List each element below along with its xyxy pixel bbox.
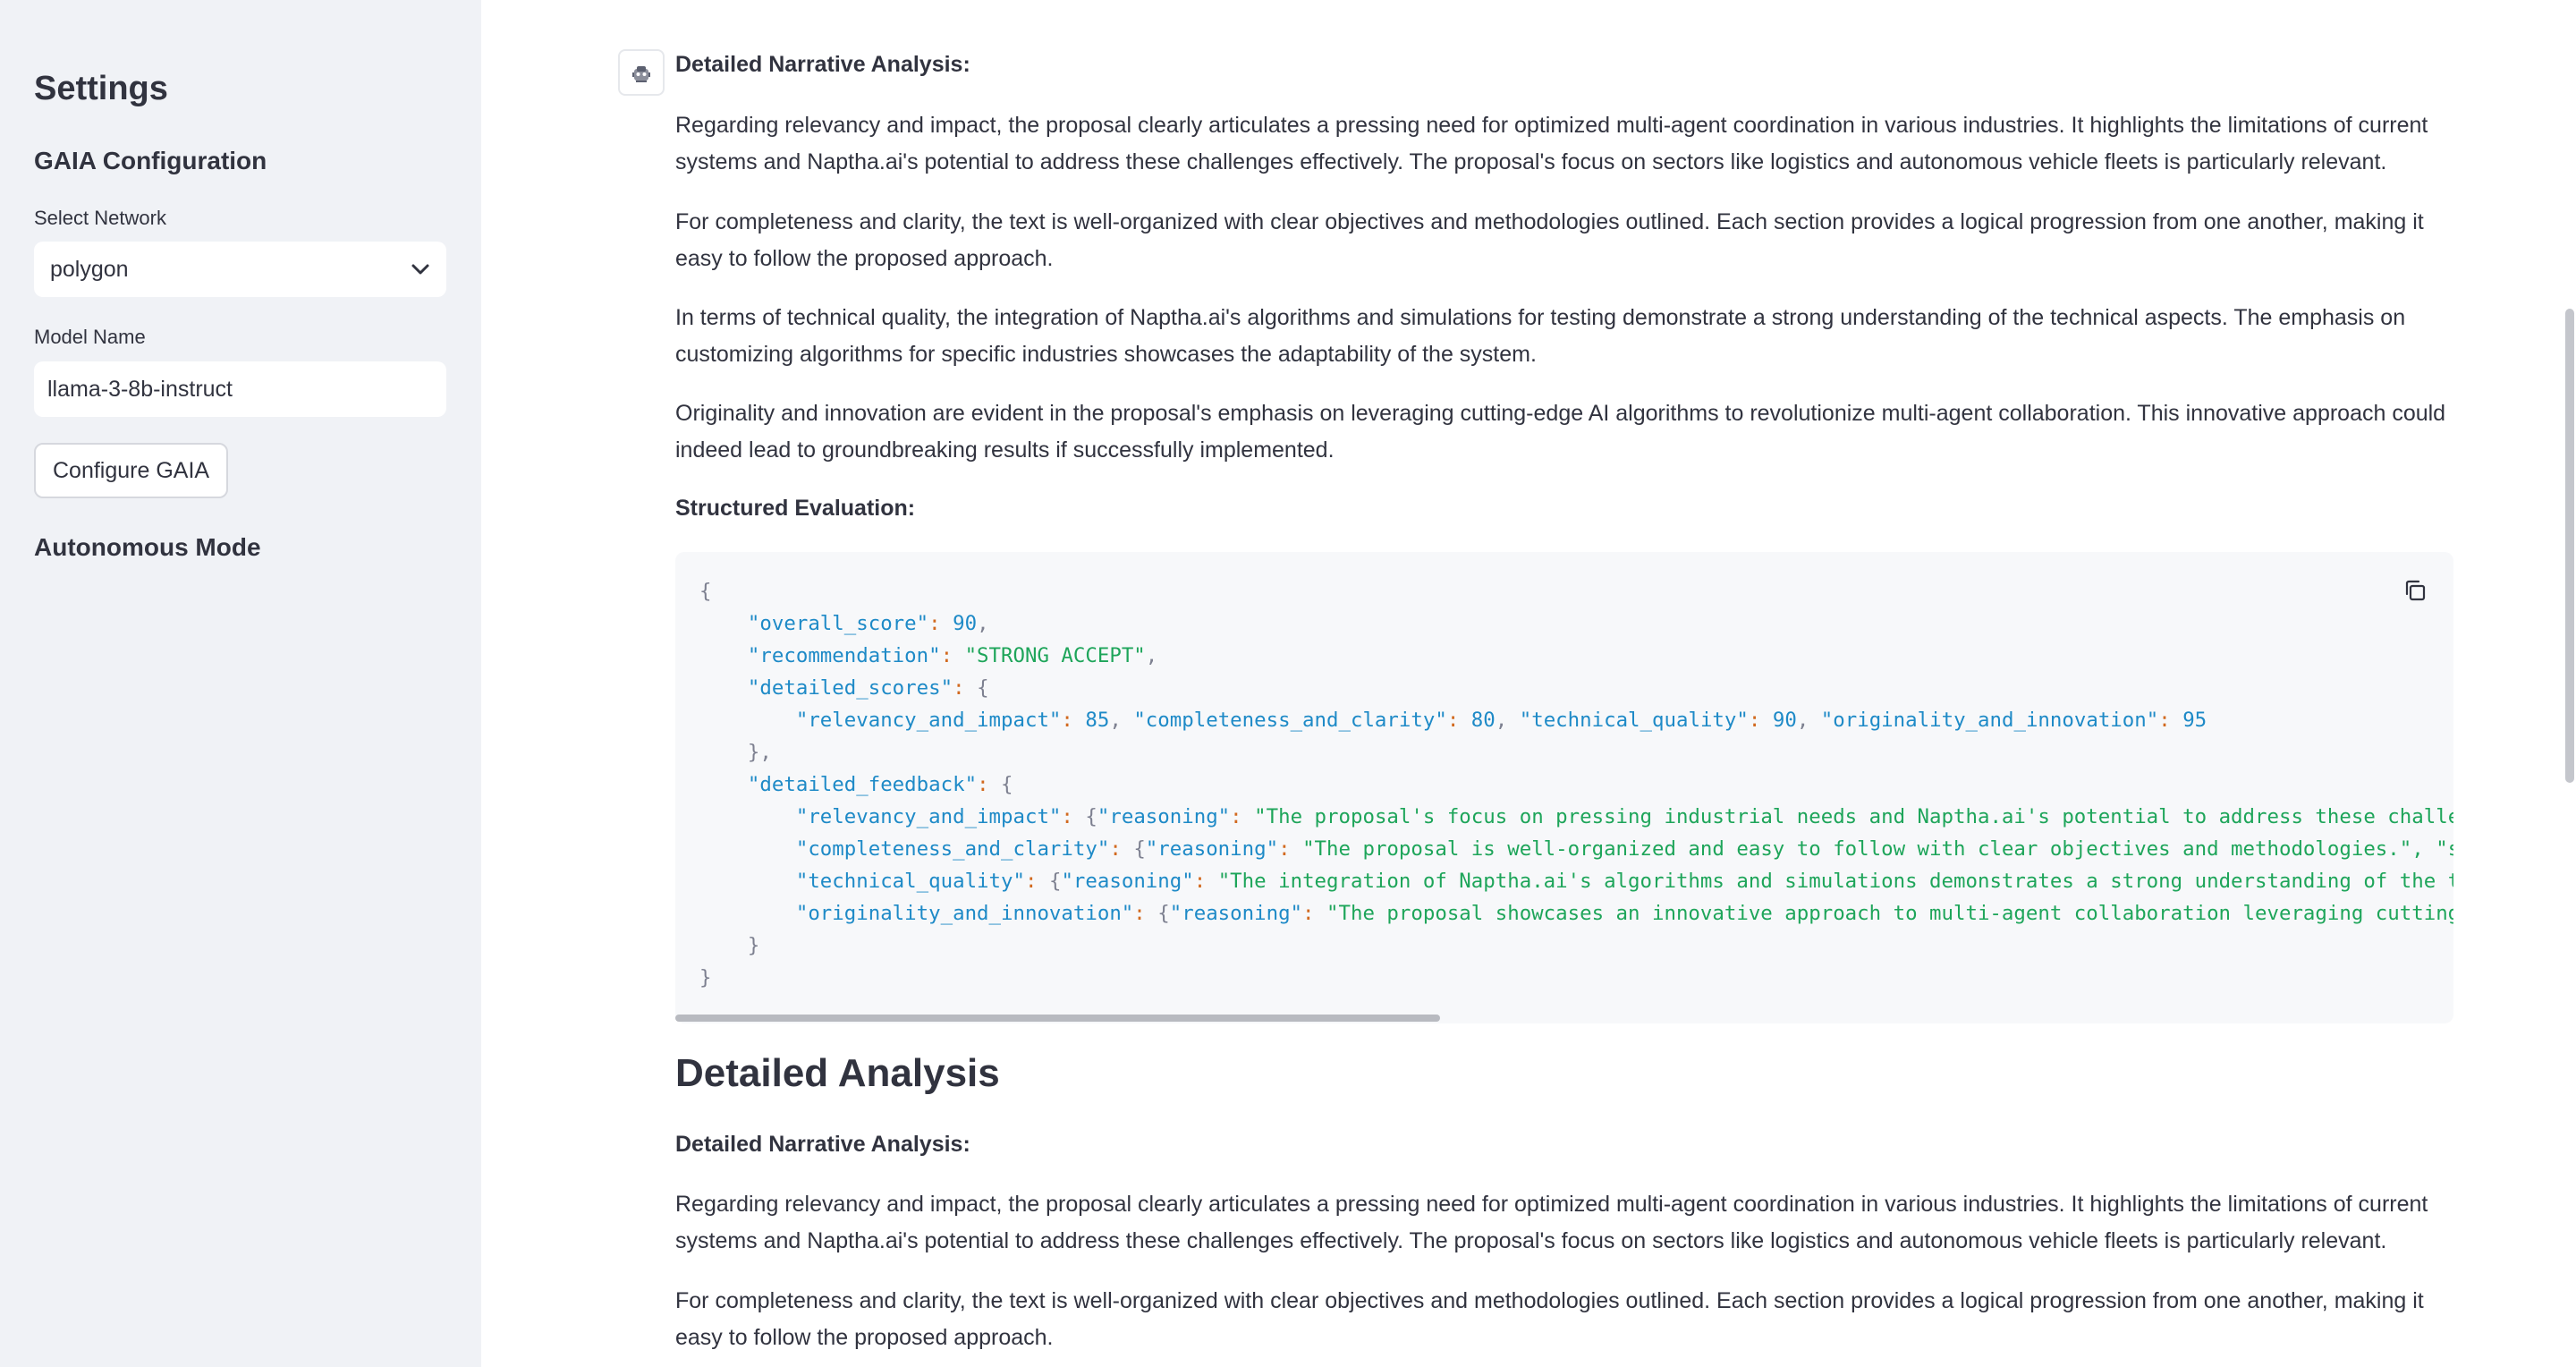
narrative-heading: Detailed Narrative Analysis: (675, 52, 970, 77)
gaia-configuration-heading: GAIA Configuration (34, 147, 267, 174)
robot-icon (618, 49, 665, 96)
paragraph-completeness-2: For completeness and clarity, the text i… (675, 1288, 2424, 1350)
paragraph-completeness: For completeness and clarity, the text i… (675, 209, 2424, 271)
paragraph-originality: Originality and innovation are evident i… (675, 401, 2446, 463)
paragraph-relevancy-2: Regarding relevancy and impact, the prop… (675, 1192, 2428, 1253)
sidebar: Settings GAIA Configuration Select Netwo… (0, 0, 481, 1367)
chevron-down-icon (411, 263, 430, 276)
select-network-label: Select Network (34, 207, 166, 229)
network-select[interactable]: polygon (34, 242, 446, 297)
model-name-input[interactable]: llama-3-8b-instruct (34, 361, 446, 417)
paragraph-technical: In terms of technical quality, the integ… (675, 305, 2406, 367)
paragraph-relevancy: Regarding relevancy and impact, the prop… (675, 113, 2428, 174)
copy-icon[interactable] (2402, 577, 2428, 604)
code-horizontal-scrollbar[interactable] (675, 1015, 1440, 1022)
detailed-analysis-title: Detailed Analysis (675, 1051, 1000, 1095)
network-select-value: polygon (50, 256, 129, 282)
page-vertical-scrollbar[interactable] (2565, 309, 2574, 783)
model-name-value: llama-3-8b-instruct (47, 376, 233, 402)
model-name-label: Model Name (34, 326, 146, 348)
narrative-heading-2: Detailed Narrative Analysis: (675, 1132, 970, 1157)
sidebar-title: Settings (34, 70, 168, 107)
autonomous-mode-heading: Autonomous Mode (34, 533, 261, 561)
configure-gaia-button[interactable]: Configure GAIA (34, 443, 229, 498)
json-code: { "overall_score": 90, "recommendation":… (699, 580, 2453, 989)
structured-evaluation-heading: Structured Evaluation: (675, 496, 916, 521)
code-block: { "overall_score": 90, "recommendation":… (675, 552, 2453, 1023)
